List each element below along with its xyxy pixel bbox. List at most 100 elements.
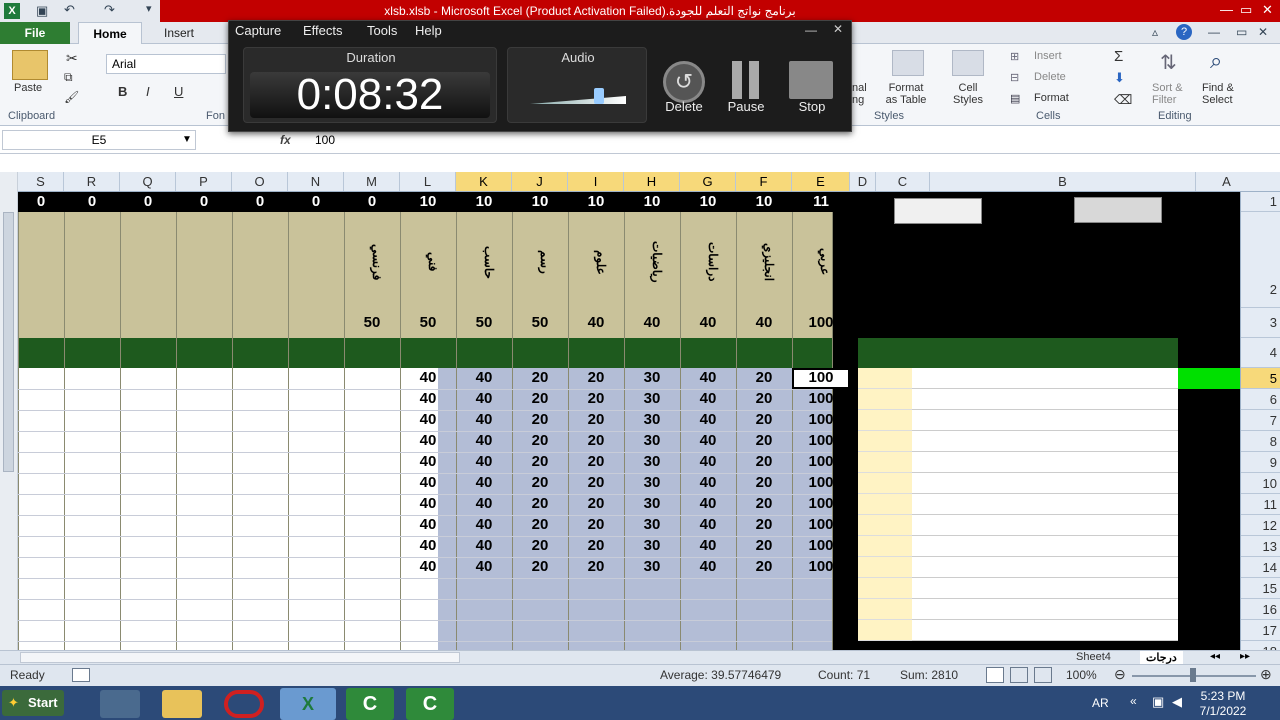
recorder-menu-tools[interactable]: Tools	[367, 23, 397, 38]
taskbar-folder-icon[interactable]	[162, 690, 202, 718]
score-cell[interactable]: 30	[624, 369, 680, 388]
score-cell[interactable]: 40	[680, 390, 736, 409]
score-cell[interactable]: 40	[456, 495, 512, 514]
cut-icon[interactable]: ✂	[66, 50, 78, 67]
score-cell[interactable]: 20	[568, 432, 624, 451]
score-cell[interactable]: 40	[456, 453, 512, 472]
autosum-icon[interactable]: Σ	[1114, 48, 1123, 65]
horizontal-scrollbar[interactable]	[20, 652, 460, 663]
font-name-select[interactable]: Arial	[106, 54, 226, 74]
audio-volume-thumb[interactable]	[594, 88, 605, 104]
score-cell[interactable]: 20	[736, 369, 792, 388]
column-header-p[interactable]: P	[176, 172, 232, 191]
sheet-tab-grades[interactable]: درجات	[1140, 651, 1183, 664]
score-cell[interactable]: 20	[512, 537, 568, 556]
score-cell[interactable]: 40	[680, 369, 736, 388]
row-header-12[interactable]: 12	[1241, 515, 1280, 536]
tab-home[interactable]: Home	[78, 22, 142, 45]
column-header-l[interactable]: L	[400, 172, 456, 191]
score-cell[interactable]: 40	[456, 516, 512, 535]
score-cell[interactable]: 100	[792, 390, 850, 409]
score-cell[interactable]: 100	[792, 558, 850, 577]
stop-icon[interactable]	[789, 61, 833, 99]
row-header-4[interactable]: 4	[1241, 338, 1280, 368]
column-header-e[interactable]: E	[792, 172, 850, 191]
underline-icon[interactable]: U	[174, 84, 183, 99]
page-break-icon[interactable]	[1034, 667, 1052, 683]
score-cell[interactable]: 40	[456, 411, 512, 430]
column-header-b[interactable]: B	[930, 172, 1196, 191]
score-cell[interactable]: 20	[512, 495, 568, 514]
score-cell[interactable]: 20	[512, 432, 568, 451]
redo-icon[interactable]: ↷	[104, 2, 115, 18]
score-cell[interactable]: 30	[624, 537, 680, 556]
zoom-in-icon[interactable]: ⊕	[1260, 666, 1272, 683]
customize-toolbar-icon[interactable]: ▾	[146, 2, 152, 15]
workbook-close-icon[interactable]: ✕	[1258, 25, 1268, 39]
score-cell[interactable]: 20	[568, 558, 624, 577]
score-cell[interactable]: 40	[400, 453, 456, 472]
sheet-tab-sheet4[interactable]: Sheet4	[1076, 651, 1111, 663]
sort-filter-button[interactable]: Sort & Filter	[1152, 82, 1183, 106]
score-cell[interactable]: 40	[456, 537, 512, 556]
score-cell[interactable]: 40	[456, 432, 512, 451]
score-cell[interactable]: 30	[624, 390, 680, 409]
format-painter-icon[interactable]: 🖌	[64, 90, 79, 104]
clock-time[interactable]: 5:23 PM	[1192, 689, 1254, 703]
insert-function-button[interactable]: fx	[280, 133, 291, 147]
sheet-nav-first-icon[interactable]: ◂◂	[1210, 651, 1220, 662]
delete-recording-icon[interactable]: ↺	[663, 61, 705, 103]
score-cell[interactable]: 20	[512, 516, 568, 535]
column-header-f[interactable]: F	[736, 172, 792, 191]
insert-cells-button[interactable]: Insert	[1034, 50, 1062, 62]
italic-icon[interactable]: I	[146, 84, 150, 99]
find-icon[interactable]: ⌕	[1210, 48, 1222, 74]
network-icon[interactable]: ▣	[1152, 694, 1164, 710]
score-cell[interactable]: 40	[456, 369, 512, 388]
column-header-h[interactable]: H	[624, 172, 680, 191]
help-icon[interactable]: ?	[1176, 24, 1192, 40]
page-layout-icon[interactable]	[1010, 667, 1028, 683]
column-header-q[interactable]: Q	[120, 172, 176, 191]
recorder-menu-capture[interactable]: Capture	[235, 23, 281, 38]
score-cell[interactable]: 20	[568, 390, 624, 409]
format-as-table-icon[interactable]	[892, 50, 924, 76]
row-header-14[interactable]: 14	[1241, 557, 1280, 578]
row-header-9[interactable]: 9	[1241, 452, 1280, 473]
fill-icon[interactable]: ⬇	[1114, 70, 1125, 86]
score-cell[interactable]: 100	[792, 516, 850, 535]
score-cell[interactable]: 100	[792, 537, 850, 556]
score-cell[interactable]: 40	[400, 516, 456, 535]
clock-date[interactable]: 7/1/2022	[1192, 704, 1254, 718]
score-cell[interactable]: 40	[680, 537, 736, 556]
score-cell[interactable]: 20	[512, 474, 568, 493]
score-cell[interactable]: 40	[680, 495, 736, 514]
score-cell[interactable]: 30	[624, 558, 680, 577]
score-cell[interactable]: 20	[512, 369, 568, 388]
score-cell[interactable]: 20	[512, 390, 568, 409]
paste-icon[interactable]	[12, 50, 48, 80]
name-box-dropdown-icon[interactable]: ▼	[182, 134, 192, 145]
cell-styles-button[interactable]: Cell Styles	[944, 82, 992, 106]
score-cell[interactable]: 20	[736, 453, 792, 472]
clear-icon[interactable]: ⌫	[1114, 92, 1132, 108]
score-cell[interactable]: 100	[792, 453, 850, 472]
ribbon-minimize-icon[interactable]: ▵	[1152, 25, 1158, 39]
tab-file[interactable]: File	[0, 22, 70, 44]
vertical-scroll-thumb[interactable]	[3, 212, 14, 472]
paste-button[interactable]: Paste	[14, 82, 42, 94]
pause-button[interactable]: Pause	[715, 99, 777, 114]
score-cell[interactable]: 100	[792, 432, 850, 451]
score-cell[interactable]: 20	[568, 516, 624, 535]
score-cell[interactable]: 40	[400, 411, 456, 430]
score-cell[interactable]: 40	[400, 558, 456, 577]
score-cell[interactable]: 40	[400, 390, 456, 409]
workbook-restore-icon[interactable]: ▭	[1236, 25, 1247, 39]
score-cell[interactable]: 20	[512, 411, 568, 430]
score-cell[interactable]: 30	[624, 432, 680, 451]
column-header-k[interactable]: K	[456, 172, 512, 191]
row-header-15[interactable]: 15	[1241, 578, 1280, 599]
row-header-3[interactable]: 3	[1241, 308, 1280, 338]
bold-icon[interactable]: B	[118, 84, 127, 99]
taskbar-camtasia-recorder-icon[interactable]: C	[406, 688, 454, 720]
